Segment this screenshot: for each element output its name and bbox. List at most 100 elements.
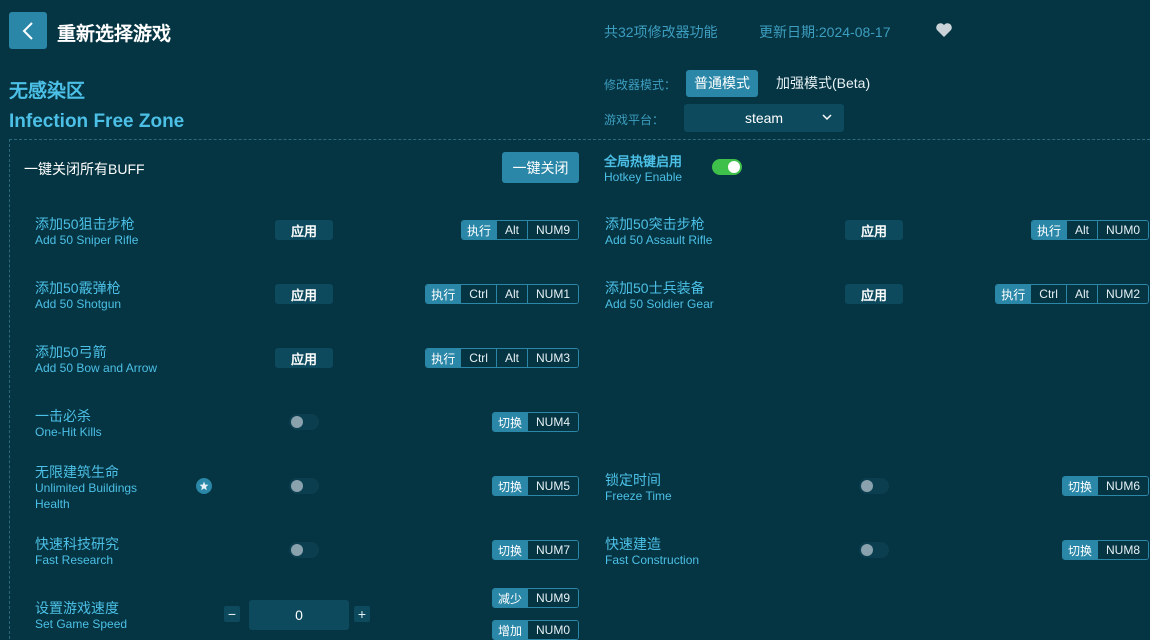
- feature-toggle[interactable]: [859, 542, 889, 558]
- update-date: 更新日期:2024-08-17: [759, 24, 891, 40]
- key-num: NUM1: [526, 285, 578, 303]
- apply-button[interactable]: 应用: [845, 284, 903, 304]
- key-alt: Alt: [495, 285, 527, 303]
- toggle-knob: [861, 480, 873, 492]
- toggle-tag-button[interactable]: 切换: [492, 541, 527, 559]
- option-label-en: Set Game Speed: [35, 617, 128, 631]
- hotkey-group: 执行 Ctrl Alt NUM2: [995, 284, 1149, 304]
- option-label-en-line2: Health: [35, 497, 70, 511]
- option-label-en: Add 50 Sniper Rifle: [35, 233, 139, 247]
- toggle-tag-button[interactable]: 切换: [492, 477, 527, 495]
- hotkey-group: 执行 Ctrl Alt NUM3: [425, 348, 579, 368]
- apply-button[interactable]: 应用: [275, 220, 333, 240]
- key-num: NUM5: [526, 477, 578, 495]
- back-button[interactable]: [9, 12, 47, 49]
- toggle-knob: [291, 480, 303, 492]
- chevron-left-icon: [22, 21, 33, 40]
- mode-label: 修改器模式：: [604, 78, 677, 92]
- key-num: NUM0: [1096, 221, 1148, 239]
- exec-button[interactable]: 执行: [1031, 221, 1066, 239]
- hotkey-group: 切换 NUM7: [491, 540, 579, 560]
- toggle-knob: [861, 544, 873, 556]
- key-num: NUM9: [526, 221, 578, 239]
- increase-tag-button[interactable]: 增加: [492, 621, 527, 639]
- hotkey-toggle[interactable]: [712, 159, 742, 175]
- option-label-en: Freeze Time: [605, 489, 672, 503]
- game-name-en: Infection Free Zone: [9, 111, 185, 132]
- option-label-en: Add 50 Soldier Gear: [605, 297, 714, 311]
- star-icon[interactable]: [196, 478, 212, 494]
- option-label-cn: 设置游戏速度: [35, 600, 119, 616]
- toggle-knob: [728, 161, 740, 173]
- feature-toggle[interactable]: [859, 478, 889, 494]
- hotkey-group: 执行 Ctrl Alt NUM1: [425, 284, 579, 304]
- key-num: NUM9: [526, 589, 578, 607]
- apply-button[interactable]: 应用: [845, 220, 903, 240]
- exec-button[interactable]: 执行: [996, 285, 1031, 303]
- feature-toggle[interactable]: [289, 542, 319, 558]
- platform-label: 游戏平台：: [604, 113, 665, 127]
- apply-button[interactable]: 应用: [275, 284, 333, 304]
- decrease-tag-button[interactable]: 减少: [492, 589, 527, 607]
- hotkey-group: 减少 NUM9: [491, 588, 579, 608]
- option-label-en: Add 50 Assault Rifle: [605, 233, 713, 247]
- beta-mode-button[interactable]: 加强模式(Beta): [768, 70, 878, 97]
- decrease-button[interactable]: −: [224, 606, 240, 622]
- toggle-tag-button[interactable]: 切换: [492, 413, 527, 431]
- option-label-cn: 添加50狙击步枪: [35, 216, 135, 232]
- key-num: NUM2: [1096, 285, 1148, 303]
- heart-icon[interactable]: [935, 22, 953, 38]
- key-num: NUM6: [1096, 477, 1148, 495]
- speed-input[interactable]: [249, 600, 349, 630]
- hotkey-group: 切换 NUM4: [491, 412, 579, 432]
- key-alt: Alt: [1065, 285, 1097, 303]
- hotkey-label-cn: 全局热键启用: [604, 154, 683, 169]
- apply-button[interactable]: 应用: [275, 348, 333, 368]
- option-label-cn: 快速建造: [605, 536, 661, 552]
- exec-button[interactable]: 执行: [461, 221, 496, 239]
- key-num: NUM4: [526, 413, 578, 431]
- hotkey-group: 切换 NUM8: [1061, 540, 1149, 560]
- increase-button[interactable]: +: [354, 606, 370, 622]
- game-name-cn: 无感染区: [9, 81, 86, 102]
- option-label-en: One-Hit Kills: [35, 425, 102, 439]
- toggle-knob: [291, 544, 303, 556]
- exec-button[interactable]: 执行: [426, 349, 461, 367]
- key-ctrl: Ctrl: [1030, 285, 1066, 303]
- option-label-en: Fast Research: [35, 553, 114, 567]
- option-label-en: Add 50 Shotgun: [35, 297, 122, 311]
- hotkey-label-en: Hotkey Enable: [604, 170, 683, 184]
- page-title: 重新选择游戏: [57, 24, 172, 45]
- key-alt: Alt: [1065, 221, 1097, 239]
- normal-mode-button[interactable]: 普通模式: [686, 70, 758, 97]
- option-label-cn: 锁定时间: [605, 472, 661, 488]
- feature-count: 共32项修改器功能: [604, 24, 718, 40]
- toggle-tag-button[interactable]: 切换: [1062, 541, 1097, 559]
- hotkey-group: 切换 NUM6: [1061, 476, 1149, 496]
- option-label-cn: 无限建筑生命: [35, 464, 119, 480]
- hotkey-group: 执行 Alt NUM9: [460, 220, 579, 240]
- key-num: NUM0: [526, 621, 578, 639]
- toggle-tag-button[interactable]: 切换: [1062, 477, 1097, 495]
- chevron-down-icon: [822, 114, 832, 121]
- key-num: NUM3: [526, 349, 578, 367]
- options-panel: [9, 139, 1150, 639]
- key-alt: Alt: [495, 221, 527, 239]
- platform-select[interactable]: steam: [684, 104, 844, 132]
- feature-toggle[interactable]: [289, 478, 319, 494]
- feature-toggle[interactable]: [289, 414, 319, 430]
- hotkey-group: 执行 Alt NUM0: [1030, 220, 1149, 240]
- option-label-cn: 添加50士兵装备: [605, 280, 705, 296]
- hotkey-group: 切换 NUM5: [491, 476, 579, 496]
- option-label-en: Fast Construction: [605, 553, 700, 567]
- option-label-cn: 快速科技研究: [35, 536, 119, 552]
- option-label-cn: 添加50突击步枪: [605, 216, 705, 232]
- key-alt: Alt: [495, 349, 527, 367]
- option-label-cn: 添加50霰弹枪: [35, 280, 121, 296]
- option-label-en: Add 50 Bow and Arrow: [35, 361, 158, 375]
- exec-button[interactable]: 执行: [426, 285, 461, 303]
- key-num: NUM7: [526, 541, 578, 559]
- toggle-knob: [291, 416, 303, 428]
- close-buff-label: 一键关闭所有BUFF: [24, 161, 145, 177]
- close-all-button[interactable]: 一键关闭: [502, 152, 579, 183]
